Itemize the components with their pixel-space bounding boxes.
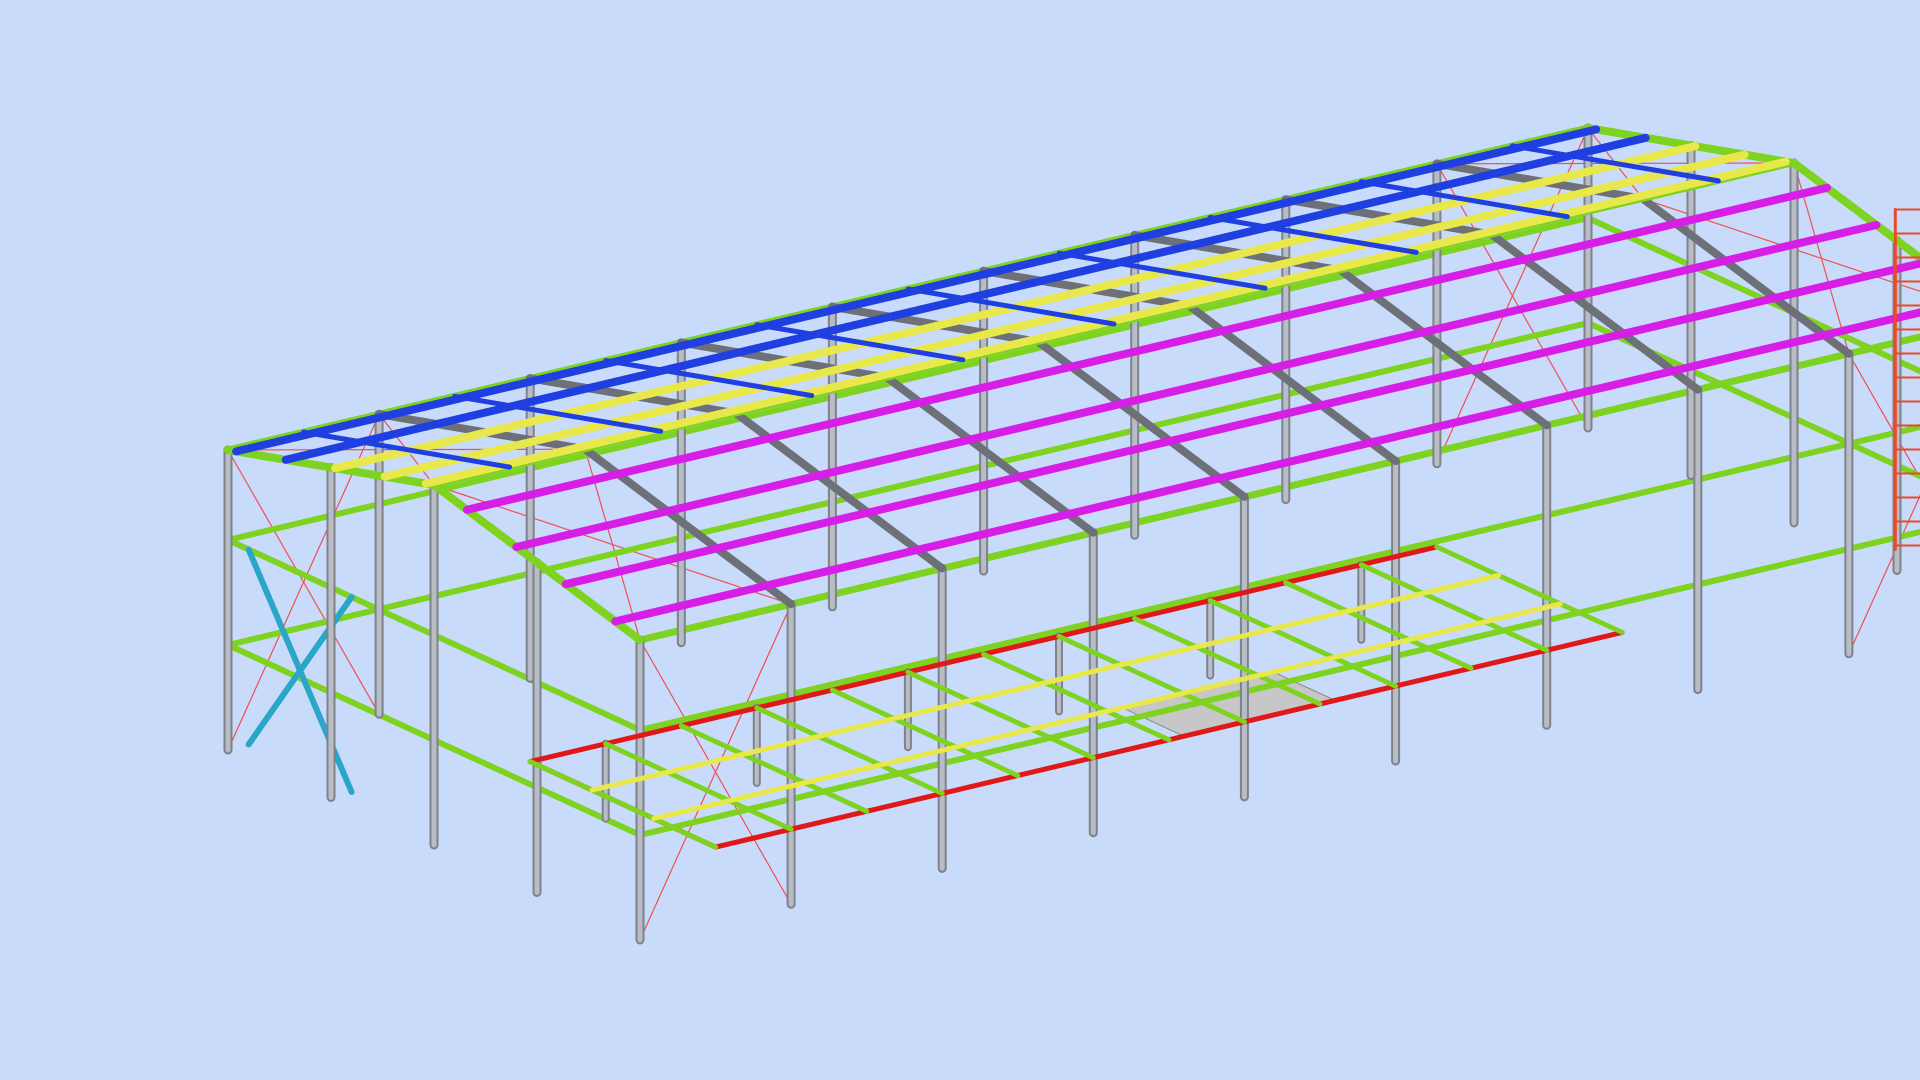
mezzanine-joist[interactable] <box>1207 598 1399 689</box>
wall-girt[interactable] <box>1543 581 1701 624</box>
wall-girt[interactable] <box>980 427 1138 470</box>
wall-girts-layer <box>224 124 1920 838</box>
roof-purlin[interactable] <box>611 299 1920 626</box>
wall-bracing[interactable] <box>1848 353 1920 618</box>
wall-girt[interactable] <box>1694 545 1852 588</box>
mezzanine-joist[interactable] <box>603 741 794 832</box>
wall-girt[interactable] <box>527 534 685 577</box>
mezzanine-joist[interactable] <box>905 669 1096 761</box>
wall-girt[interactable] <box>829 463 987 505</box>
wall-girt[interactable] <box>1282 355 1440 398</box>
3d-model-viewport[interactable] <box>0 0 1920 1080</box>
mezzanine-joist[interactable] <box>527 759 719 850</box>
wall-girt[interactable] <box>1131 391 1289 434</box>
wall-girt[interactable] <box>1694 440 1852 483</box>
wall-girt[interactable] <box>376 570 534 613</box>
mezzanine-joist[interactable] <box>1283 580 1474 671</box>
mezzanine-joist[interactable] <box>1358 562 1550 653</box>
mezzanine-joist[interactable] <box>754 705 945 796</box>
wall-girt[interactable] <box>678 498 836 541</box>
mezzanine-joist[interactable] <box>981 651 1172 743</box>
rafters-layer <box>224 124 1920 644</box>
mezzanine-beam[interactable] <box>589 572 1502 793</box>
mezzanine-joist[interactable] <box>678 723 870 814</box>
mezzanine-layer <box>527 544 1625 850</box>
wall-girt[interactable] <box>225 501 383 543</box>
wall-girt[interactable] <box>1392 512 1550 555</box>
wall-girt[interactable] <box>1433 320 1591 362</box>
steel-structure-model[interactable] <box>0 0 1920 1080</box>
mezzanine-joist[interactable] <box>1434 544 1625 635</box>
wall-girt[interactable] <box>225 606 383 648</box>
wall-girt[interactable] <box>1543 476 1701 519</box>
roof-purlin[interactable] <box>512 221 1881 551</box>
mezzanine-joist[interactable] <box>829 687 1021 779</box>
